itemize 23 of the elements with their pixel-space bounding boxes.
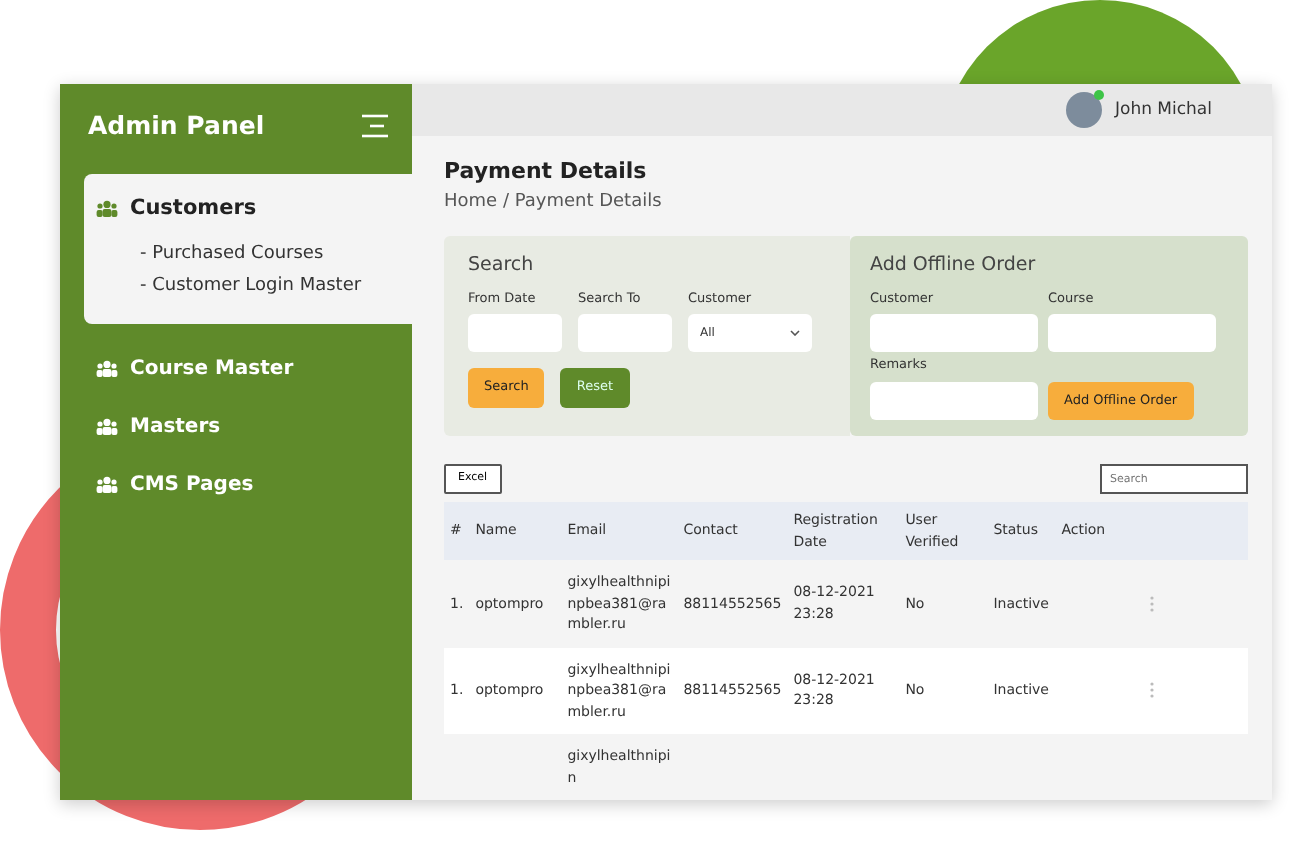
input-field[interactable] — [870, 382, 1038, 420]
breadcrumb: Home / Payment Details — [444, 189, 664, 216]
users-icon — [96, 359, 118, 377]
users-icon — [96, 417, 118, 435]
panel-title: Search — [468, 252, 536, 281]
input-field[interactable] — [1048, 314, 1216, 353]
user-name: John Michal — [1114, 97, 1212, 123]
date-input-field[interactable] — [578, 314, 672, 353]
page-title: Payment Details — [444, 156, 649, 189]
panel-title: Add Offline Order — [870, 252, 1038, 281]
sidebar-item[interactable]: Course Master — [64, 339, 412, 397]
users-icon — [96, 200, 118, 219]
date-input-field[interactable] — [468, 314, 562, 353]
users-icon — [96, 475, 118, 493]
sidebar-item[interactable]: CMS Pages — [64, 455, 412, 513]
sidebar-title: Admin Panel — [88, 108, 265, 144]
sidebar-item[interactable]: Customers — [96, 193, 396, 237]
menu-icon[interactable] — [362, 114, 388, 139]
sidebar-item[interactable]: Masters — [64, 397, 412, 455]
input-field[interactable] — [870, 314, 1038, 353]
chevron-down-icon — [790, 330, 800, 337]
submenu-item[interactable]: - Purchased Courses — [96, 237, 396, 270]
submenu-item[interactable]: - Customer Login Master — [96, 270, 396, 303]
